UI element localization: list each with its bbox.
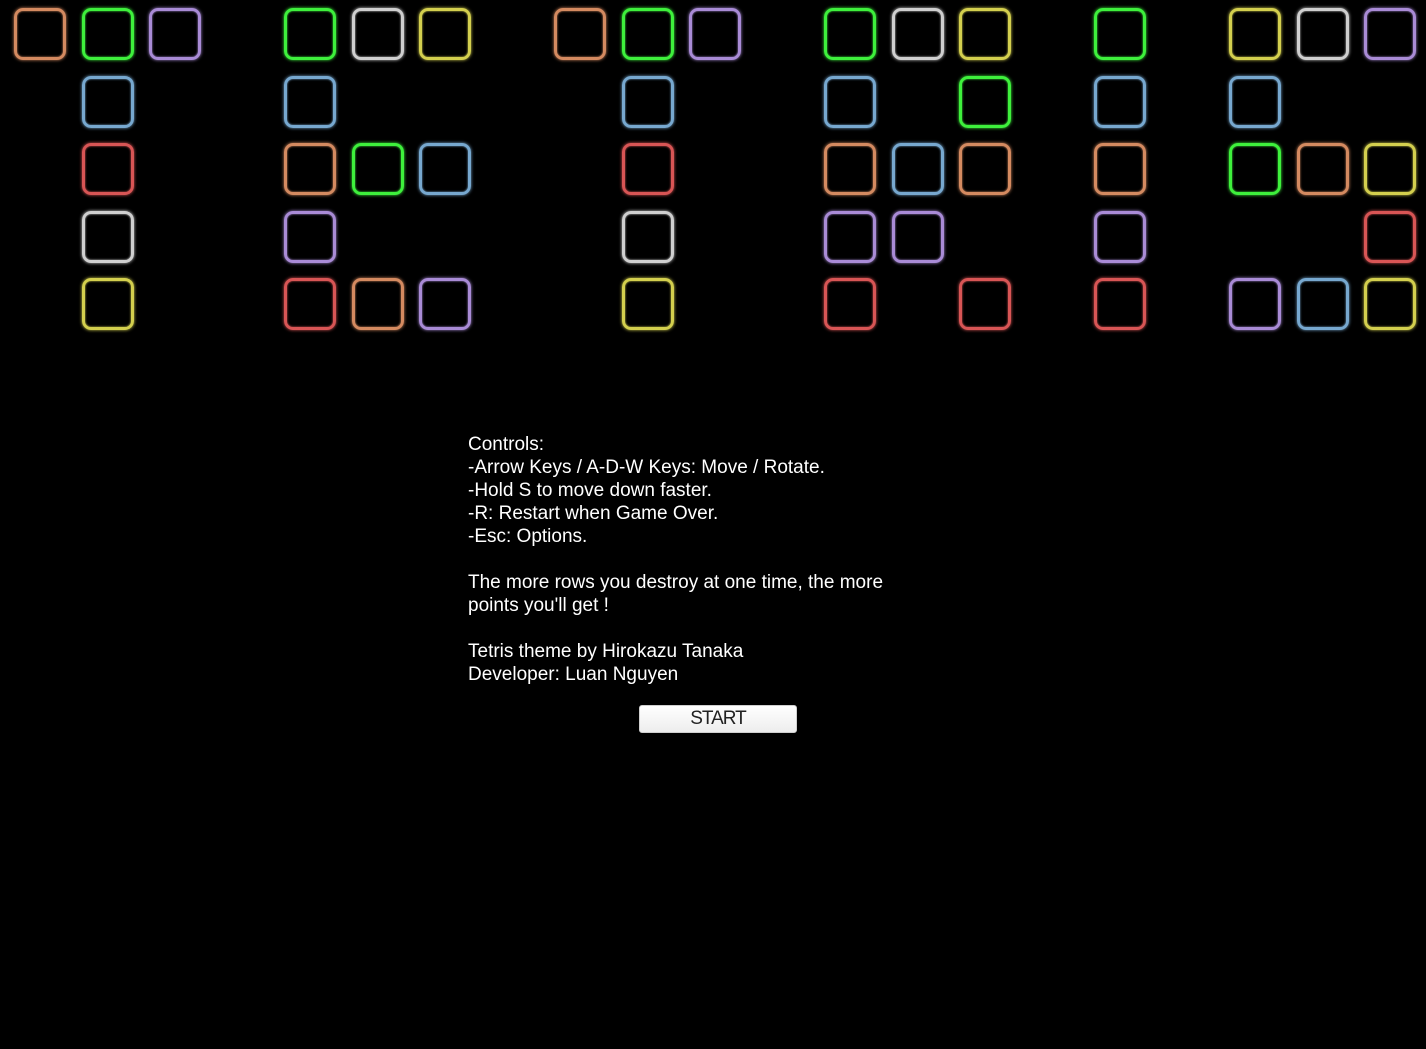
logo-block-orange [352,278,404,330]
logo-block-orange [959,143,1011,195]
logo-block-green [1094,8,1146,60]
logo-block-green [959,76,1011,128]
logo-block-purple [284,211,336,263]
logo-block-yellow [1364,143,1416,195]
logo-block-red [622,143,674,195]
logo-block-green [622,8,674,60]
logo-block-orange [1297,143,1349,195]
logo-block-purple [1364,8,1416,60]
logo-block-red [82,143,134,195]
logo-block-blue [824,76,876,128]
logo-block-white [1297,8,1349,60]
logo-block-yellow [1229,8,1281,60]
logo-block-orange [554,8,606,60]
controls-heading: Controls: [468,434,545,455]
logo-block-white [892,8,944,60]
tetris-title-logo [0,0,1426,340]
logo-block-white [622,211,674,263]
logo-block-green [82,8,134,60]
logo-block-blue [284,76,336,128]
control-fast-drop: -Hold S to move down faster. [468,480,712,501]
logo-block-purple [824,211,876,263]
logo-block-red [1094,278,1146,330]
logo-block-blue [1229,76,1281,128]
logo-block-orange [824,143,876,195]
logo-block-yellow [959,8,1011,60]
control-restart: -R: Restart when Game Over. [468,503,719,524]
scoring-tip: The more rows you destroy at one time, t… [468,572,884,616]
logo-block-orange [284,143,336,195]
logo-block-blue [1297,278,1349,330]
developer-credit: Developer: Luan Nguyen [468,664,679,685]
logo-block-blue [419,143,471,195]
logo-block-purple [149,8,201,60]
logo-block-green [284,8,336,60]
logo-block-green [1229,143,1281,195]
logo-block-purple [892,211,944,263]
logo-block-orange [1094,143,1146,195]
logo-block-red [284,278,336,330]
logo-block-yellow [622,278,674,330]
logo-block-white [82,211,134,263]
logo-block-yellow [82,278,134,330]
logo-block-green [352,143,404,195]
info-panel: Controls: -Arrow Keys / A-D-W Keys: Move… [468,433,938,686]
logo-block-white [352,8,404,60]
logo-block-orange [14,8,66,60]
logo-block-purple [689,8,741,60]
control-options: -Esc: Options. [468,526,588,547]
theme-credit: Tetris theme by Hirokazu Tanaka [468,641,744,662]
logo-block-blue [1094,76,1146,128]
control-move-rotate: -Arrow Keys / A-D-W Keys: Move / Rotate. [468,457,825,478]
logo-block-blue [892,143,944,195]
start-button[interactable]: START [639,705,797,733]
logo-block-purple [1094,211,1146,263]
logo-block-yellow [1364,278,1416,330]
logo-block-red [824,278,876,330]
logo-block-purple [419,278,471,330]
logo-block-yellow [419,8,471,60]
logo-block-green [824,8,876,60]
logo-block-red [959,278,1011,330]
logo-block-blue [622,76,674,128]
logo-block-blue [82,76,134,128]
logo-block-red [1364,211,1416,263]
logo-block-purple [1229,278,1281,330]
